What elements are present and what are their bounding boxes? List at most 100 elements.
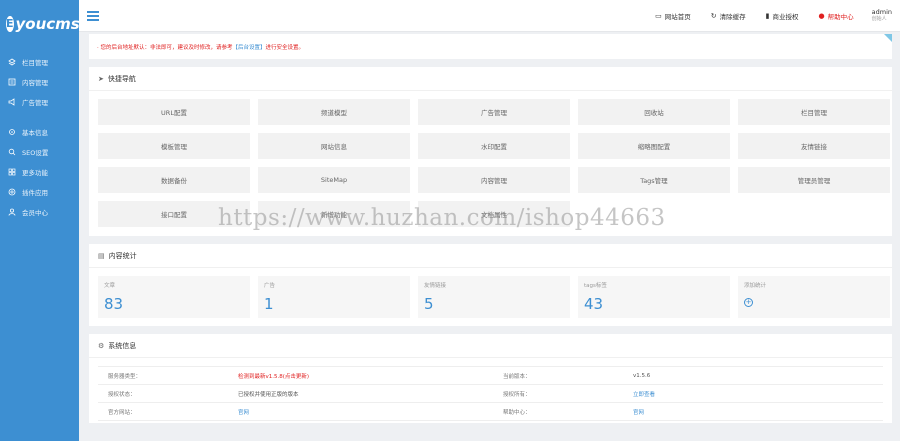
notice-text: · 您的后台地址默认：非法即可，建议及时修改，请参考 <box>97 44 233 51</box>
apps-icon <box>8 168 16 176</box>
menu-toggle-icon[interactable] <box>87 10 99 21</box>
seo-icon <box>8 148 16 156</box>
bookmark-icon: ▮ <box>765 12 770 20</box>
user-menu[interactable]: admin 创始人 <box>872 9 892 23</box>
user-icon <box>8 208 16 216</box>
top-actions: ▭ 网站首页 ↻ 清除缓存 ▮ 商业授权 ● 帮助中心 admin 创始人 <box>635 0 892 32</box>
quick-nav-button[interactable]: 数据备份 <box>98 167 250 193</box>
sidebar-item-label: 更多功能 <box>22 169 48 177</box>
sysinfo-table: 服务器类型： 检测到最新v1.5.8(点击更新) 当前版本： v1.5.6 授权状态： 已… <box>98 366 883 421</box>
quick-nav-button[interactable]: 缩略图配置 <box>578 133 730 159</box>
gear-icon: ⚙ <box>98 341 105 350</box>
license-label: 商业授权 <box>772 13 799 21</box>
quick-nav-button[interactable]: 管理员管理 <box>738 167 890 193</box>
quick-nav-title: 快捷导航 <box>107 74 136 83</box>
sidebar-item-members[interactable]: 会员中心 <box>0 202 79 222</box>
info-value[interactable]: 检测到最新v1.5.8(点击更新) <box>228 372 493 380</box>
stats-header: ▤ 内容统计 <box>89 244 892 268</box>
sidebar-item-plugins[interactable]: 插件应用 <box>0 182 79 202</box>
info-key: 官方网站： <box>108 409 136 416</box>
megaphone-icon <box>8 98 16 106</box>
table-row: 服务器类型： 检测到最新v1.5.8(点击更新) 当前版本： v1.5.6 <box>98 367 883 385</box>
stat-card[interactable]: 广告 1 <box>258 276 410 318</box>
stat-label: 文章 <box>104 283 116 289</box>
quick-nav-button[interactable]: Tags管理 <box>578 167 730 193</box>
user-name: admin <box>871 8 892 16</box>
sidebar-item-label: 内容管理 <box>22 79 48 87</box>
sidebar-item-content[interactable]: 内容管理 <box>0 72 79 92</box>
stat-label: 友情链接 <box>424 283 447 289</box>
stats-panel: ▤ 内容统计 文章 83 广告 1 友情链接 5 tags标签 43 添加统计 + <box>89 244 892 326</box>
user-role: 创始人 <box>871 16 887 22</box>
notice-text-end: 进行安全设置。 <box>265 44 305 51</box>
stat-value: 83 <box>104 295 124 313</box>
sysinfo-header: ⚙ 系统信息 <box>89 334 892 358</box>
help-center-button[interactable]: ● 帮助中心 <box>819 11 854 21</box>
site-home-label: 网站首页 <box>664 13 691 21</box>
quick-nav-button[interactable]: 网站信息 <box>258 133 410 159</box>
quick-nav-button[interactable]: 内容管理 <box>418 167 570 193</box>
info-key: 当前版本： <box>503 373 531 380</box>
info-value[interactable]: 官网 <box>228 408 493 416</box>
stat-value: 5 <box>424 295 434 313</box>
sidebar-item-category[interactable]: 栏目管理 <box>0 52 79 72</box>
info-key: 授权状态： <box>108 391 136 398</box>
quick-nav-button[interactable]: 频道模型 <box>258 99 410 125</box>
send-icon: ➤ <box>98 74 104 83</box>
help-center-label: 帮助中心 <box>827 13 854 21</box>
list-icon <box>8 78 16 86</box>
sidebar: E youcms 栏目管理 内容管理 广告管理 基本信息 SEO设置 更多功能 … <box>0 0 80 441</box>
clear-cache-label: 清除缓存 <box>719 13 746 21</box>
sidebar-item-label: 插件应用 <box>22 189 48 197</box>
stat-card[interactable]: 添加统计 + <box>738 276 890 318</box>
clear-cache-button[interactable]: ↻ 清除缓存 <box>711 11 746 21</box>
quick-nav-header: ➤ 快捷导航 <box>89 67 892 91</box>
site-home-button[interactable]: ▭ 网站首页 <box>655 11 691 21</box>
logo-mark: E <box>6 16 14 32</box>
notice-link[interactable]: 【后台设置】 <box>233 43 266 51</box>
add-icon[interactable]: + <box>744 298 753 307</box>
sysinfo-title: 系统信息 <box>108 341 137 350</box>
sidebar-item-label: 基本信息 <box>22 129 48 137</box>
logo-text: youcms <box>15 15 80 33</box>
sidebar-item-label: 栏目管理 <box>22 59 48 67</box>
sidebar-item-ads[interactable]: 广告管理 <box>0 92 79 112</box>
quick-nav-button[interactable]: SiteMap <box>258 167 410 193</box>
settings-icon <box>8 128 16 136</box>
quick-nav-button[interactable]: 模板管理 <box>98 133 250 159</box>
table-row: 官方网站： 官网 帮助中心： 官网 <box>98 403 883 421</box>
table-row: 授权状态： 已授权并使用正版的版本 授权所有： 立即查看 <box>98 385 883 403</box>
refresh-icon: ↻ <box>710 12 717 20</box>
info-value[interactable]: 立即查看 <box>623 390 883 398</box>
stat-card[interactable]: tags标签 43 <box>578 276 730 318</box>
logo[interactable]: E youcms <box>0 0 80 48</box>
sidebar-item-basic[interactable]: 基本信息 <box>0 122 79 142</box>
stat-value: 43 <box>584 295 604 313</box>
stat-card[interactable]: 文章 83 <box>98 276 250 318</box>
plugin-icon <box>8 188 16 196</box>
info-value: 已授权并使用正版的版本 <box>238 391 299 398</box>
sidebar-item-more[interactable]: 更多功能 <box>0 162 79 182</box>
quick-nav-button[interactable]: 回收站 <box>578 99 730 125</box>
stat-label: 添加统计 <box>744 283 767 289</box>
sidebar-item-label: 会员中心 <box>22 209 48 217</box>
quick-nav-button[interactable]: 水印配置 <box>418 133 570 159</box>
monitor-icon: ▭ <box>655 12 662 20</box>
quick-nav-button[interactable]: 广告管理 <box>418 99 570 125</box>
sidebar-item-label: 广告管理 <box>22 99 48 107</box>
quick-nav-button[interactable]: 栏目管理 <box>738 99 890 125</box>
chart-icon: ▤ <box>98 251 105 260</box>
alert-icon: ● <box>818 12 825 20</box>
topbar: ▭ 网站首页 ↻ 清除缓存 ▮ 商业授权 ● 帮助中心 admin 创始人 <box>79 0 900 32</box>
sidebar-item-seo[interactable]: SEO设置 <box>0 142 79 162</box>
info-value: v1.5.6 <box>633 372 651 379</box>
license-button[interactable]: ▮ 商业授权 <box>766 11 799 21</box>
info-key: 帮助中心： <box>503 409 531 416</box>
quick-nav-button[interactable]: 友情链接 <box>738 133 890 159</box>
quick-nav-button[interactable]: URL配置 <box>98 99 250 125</box>
stack-icon <box>8 58 16 66</box>
stat-card[interactable]: 友情链接 5 <box>418 276 570 318</box>
notice-corner <box>884 34 892 42</box>
stat-value: 1 <box>264 295 274 313</box>
info-value[interactable]: 官网 <box>623 408 883 416</box>
